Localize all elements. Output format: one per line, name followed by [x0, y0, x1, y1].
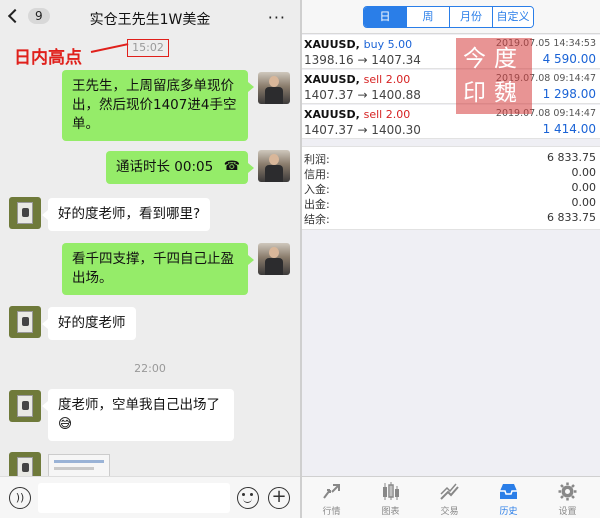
deal-profit: 1 298.00 [542, 87, 596, 101]
avatar-contact[interactable] [9, 197, 41, 229]
account-summary: 利润: 6 833.75 信用: 0.00 入金: 0.00 出金: 0.00 结余: 6… [302, 146, 600, 230]
deal-profit: 4 590.00 [542, 52, 596, 66]
deal-row[interactable]: XAUUSD, buy 5.00 2019.07.05 14:34:53 139… [302, 35, 600, 69]
segment-day[interactable]: 日 [364, 7, 407, 27]
deal-prices: 1407.37 → 1400.88 [304, 88, 421, 102]
trade-icon [440, 483, 459, 500]
annotation-arrow [90, 43, 129, 53]
emoji-icon[interactable] [237, 487, 259, 509]
message-bubble-received[interactable]: 好的度老师 [42, 307, 136, 340]
deal-prices: 1407.37 → 1400.30 [304, 123, 421, 137]
trade-history-panel: 日 周 月份 自定义 XAUUSD, buy 5.00 2019.07.05 1… [302, 0, 600, 518]
voice-input-icon[interactable]: )) [9, 487, 31, 509]
screenshot-root: 9 实仓王先生1W美金 ··· 日内高点 15:02 王先生，上周留底多单现价出… [0, 0, 600, 518]
timestamp-top: 15:02 [127, 39, 169, 57]
tab-settings[interactable]: 设置 [538, 477, 597, 519]
message-bubble-sent[interactable]: 王先生，上周留底多单现价出，然后现价1407进4手空单。 [62, 70, 254, 141]
segment-week[interactable]: 周 [407, 7, 450, 27]
avatar-contact[interactable] [9, 306, 41, 338]
call-duration-bubble[interactable]: 通话时长 00:05 ☎ [106, 151, 254, 184]
timestamp-mid: 22:00 [134, 362, 166, 375]
deal-prices: 1398.16 → 1407.34 [304, 53, 421, 67]
chart-icon [383, 482, 399, 500]
summary-credit: 信用: 0.00 [304, 166, 596, 181]
settings-icon [558, 482, 577, 501]
message-bubble-received[interactable]: 好的度老师，看到哪里? [41, 198, 211, 231]
seal-stamp: 今度 印魏 [456, 38, 532, 114]
summary-balance: 结余: 6 833.75 [304, 211, 596, 226]
tab-history[interactable]: 历史 [479, 477, 538, 519]
summary-profit: 利润: 6 833.75 [304, 151, 596, 166]
avatar-self[interactable] [258, 72, 290, 104]
tab-label: 历史 [499, 507, 518, 517]
chat-header: 9 实仓王先生1W美金 ··· [0, 0, 300, 36]
avatar-self[interactable] [258, 150, 290, 182]
deal-row[interactable]: XAUUSD, sell 2.00 2019.07.08 09:14:47 14… [302, 70, 600, 104]
deal-symbol: XAUUSD, buy 5.00 [304, 38, 413, 51]
more-options-icon[interactable]: ··· [268, 8, 286, 27]
call-duration-text: 通话时长 00:05 [116, 159, 214, 175]
chat-input-bar: )) + [0, 476, 300, 518]
message-input[interactable] [38, 483, 230, 513]
plus-icon[interactable]: + [268, 487, 290, 509]
period-selector-bar: 日 周 月份 自定义 [302, 0, 600, 34]
annotation-label: 日内高点 [14, 48, 82, 68]
message-bubble-received[interactable]: 度老师，空单我自己出场了😅 [42, 389, 234, 441]
segment-month[interactable]: 月份 [450, 7, 493, 27]
deal-row[interactable]: XAUUSD, sell 2.00 2019.07.08 09:14:47 14… [302, 105, 600, 139]
deal-profit: 1 414.00 [542, 122, 596, 136]
avatar-self[interactable] [258, 243, 290, 275]
tab-label: 行情 [322, 507, 341, 517]
tab-quotes[interactable]: 行情 [302, 477, 361, 519]
tab-label: 交易 [440, 507, 459, 517]
chat-title: 实仓王先生1W美金 [89, 12, 211, 28]
period-segmented-control: 日 周 月份 自定义 [363, 6, 534, 28]
tab-trade[interactable]: 交易 [420, 477, 479, 519]
tab-label: 设置 [558, 507, 577, 517]
chat-panel: 9 实仓王先生1W美金 ··· 日内高点 15:02 王先生，上周留底多单现价出… [0, 0, 300, 518]
avatar-contact[interactable] [9, 390, 41, 422]
summary-withdrawal: 出金: 0.00 [304, 196, 596, 211]
history-icon [500, 484, 517, 499]
message-bubble-sent[interactable]: 看千四支撑，千四自己止盈出场。 [62, 243, 254, 295]
deal-symbol: XAUUSD, sell 2.00 [304, 108, 411, 121]
tab-chart[interactable]: 图表 [361, 477, 420, 519]
phone-icon: ☎ [223, 159, 240, 174]
summary-deposit: 入金: 0.00 [304, 181, 596, 196]
quotes-icon [323, 484, 340, 499]
segment-custom[interactable]: 自定义 [493, 7, 533, 27]
deal-symbol: XAUUSD, sell 2.00 [304, 73, 411, 86]
tab-label: 图表 [381, 507, 400, 517]
bottom-tab-bar: 行情 图表 交易 历史 设置 [302, 476, 600, 518]
